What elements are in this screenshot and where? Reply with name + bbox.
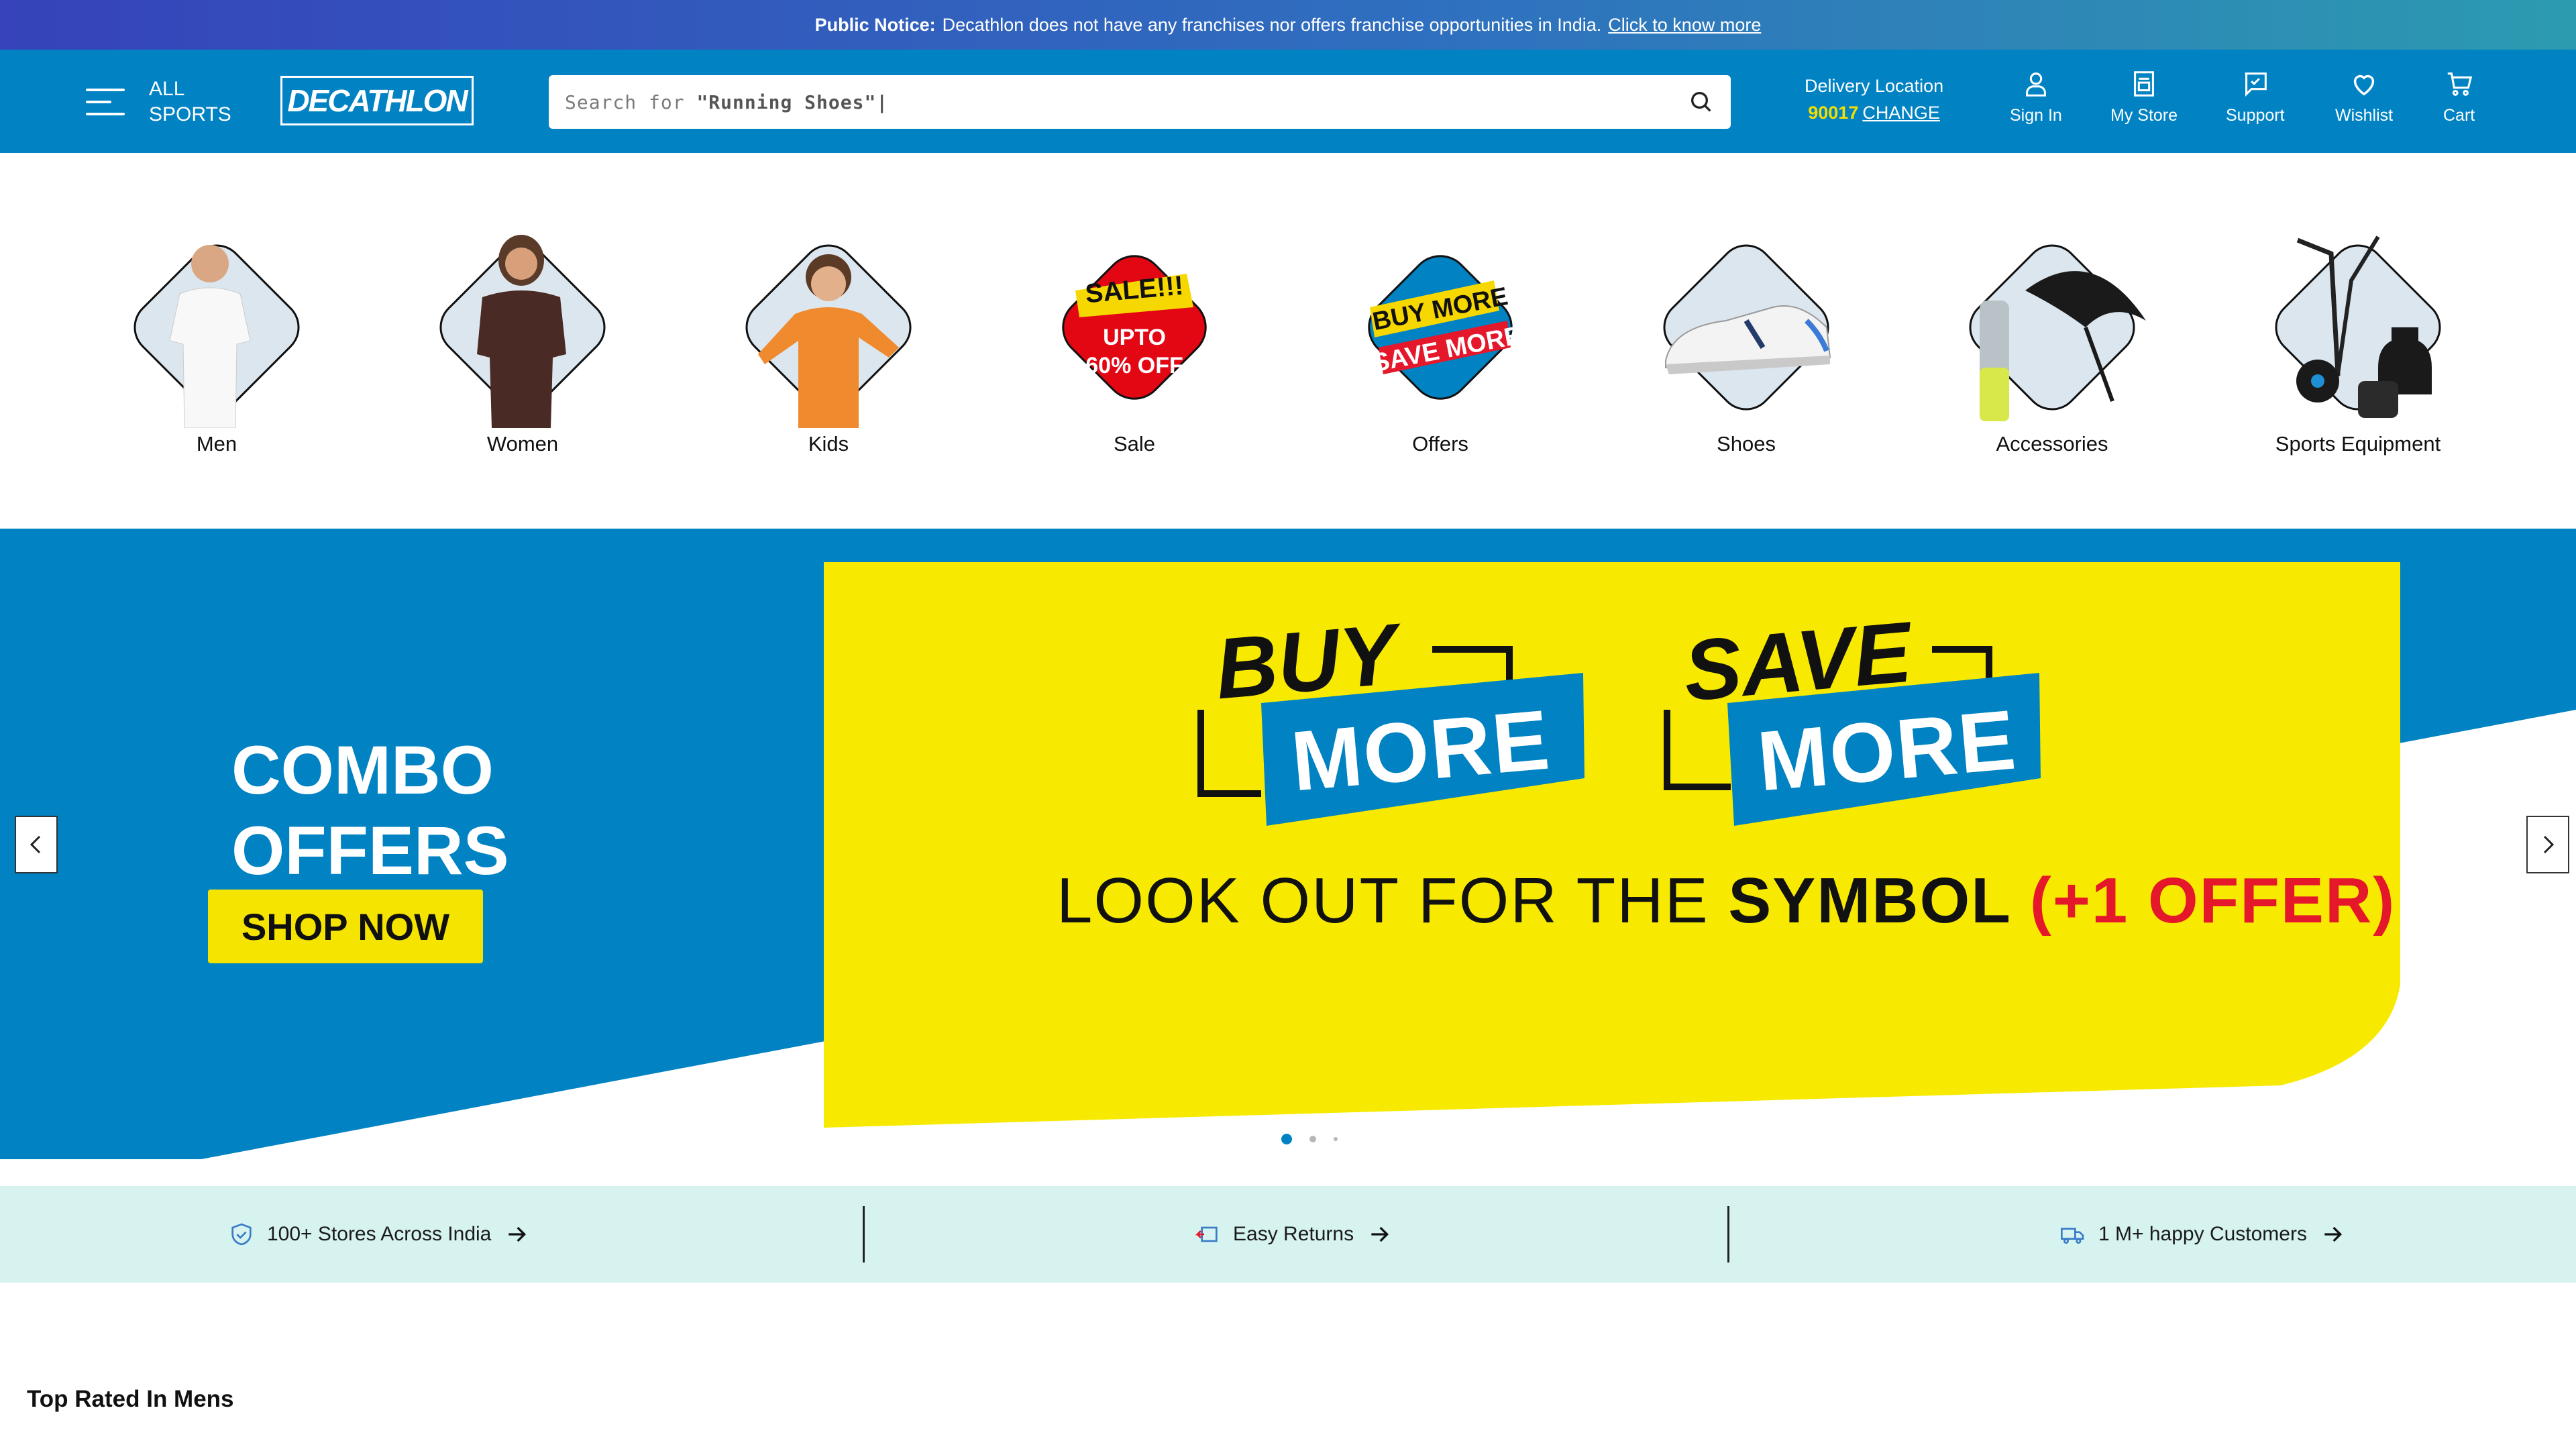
category-label: Sports Equipment (2275, 432, 2441, 455)
men-tshirt-image (133, 244, 300, 428)
kids-sweater-image (745, 244, 912, 428)
feature-label: 100+ Stores Across India (267, 1223, 492, 1245)
wishlist-button[interactable]: Wishlist (2335, 68, 2393, 125)
arrow-right-icon (508, 1226, 527, 1242)
carousel-dot-active[interactable] (1281, 1134, 1292, 1144)
public-notice-bar: Public Notice: Decathlon does not have a… (0, 0, 2576, 50)
feature-divider (863, 1206, 865, 1263)
carousel-dots (1281, 1134, 1338, 1144)
shield-check-icon (231, 1223, 252, 1246)
feature-stores[interactable]: 100+ Stores Across India (228, 1186, 530, 1283)
category-label: Kids (808, 432, 849, 455)
carousel-dot[interactable] (1334, 1137, 1338, 1141)
arrow-right-icon (1371, 1226, 1389, 1242)
offers-badge-image: BUY MORE SAVE MORE (1340, 227, 1541, 428)
change-location-link[interactable]: CHANGE (1862, 103, 1940, 123)
feature-label: 1 M+ happy Customers (2098, 1223, 2307, 1245)
category-label: Accessories (1996, 432, 2108, 455)
my-store-label: My Store (2110, 106, 2178, 125)
notice-label: Public Notice: (814, 14, 936, 35)
hamburger-icon (86, 86, 125, 118)
support-button[interactable]: Support (2226, 68, 2285, 125)
category-men[interactable]: Men (109, 227, 324, 456)
all-sports-menu-button[interactable]: ALL SPORTS (86, 76, 231, 127)
sign-in-label: Sign In (2010, 106, 2062, 125)
sale-badge-image: SALE!!! UPTO 60% OFF (1034, 227, 1235, 428)
feature-returns[interactable]: Easy Returns (1194, 1186, 1393, 1283)
gym-equipment-image (2275, 235, 2441, 418)
shoe-image (1663, 244, 1831, 411)
support-label: Support (2226, 106, 2285, 125)
category-strip: Men Women Kids SALE!!! UPTO 60% OFF Sale… (0, 153, 2576, 529)
feature-divider (1727, 1206, 1729, 1263)
cart-button[interactable]: Cart (2443, 68, 2475, 125)
chat-support-icon (2245, 72, 2267, 97)
hero-buy-word: BUY (1212, 606, 1401, 718)
delivery-location[interactable]: Delivery Location 90017 CHANGE (1805, 72, 1943, 126)
category-label: Women (486, 432, 559, 455)
umbrella-bottle-image (1969, 244, 2146, 421)
chevron-left-icon (30, 835, 41, 854)
arrow-right-icon (2324, 1226, 2343, 1242)
return-box-icon (1195, 1226, 1218, 1242)
chevron-right-icon (2543, 835, 2555, 854)
sign-in-button[interactable]: Sign In (2010, 68, 2062, 125)
category-label: Offers (1412, 432, 1468, 455)
shop-now-button[interactable]: SHOP NOW (208, 890, 483, 963)
search-icon[interactable] (1688, 89, 1715, 115)
category-label: Shoes (1717, 432, 1776, 455)
category-label: Men (196, 432, 237, 455)
cart-label: Cart (2443, 106, 2475, 125)
wishlist-label: Wishlist (2335, 106, 2394, 125)
trust-features-strip: 100+ Stores Across India Easy Returns 1 … (0, 1186, 2576, 1283)
all-sports-label: ALL SPORTS (149, 78, 231, 125)
carousel-dot[interactable] (1309, 1136, 1316, 1142)
section-title: Top Rated In Mens (27, 1386, 234, 1412)
carousel-next-button[interactable] (2526, 816, 2569, 873)
category-offers[interactable]: BUY MORE SAVE MORE Offers (1333, 227, 1548, 456)
heart-icon (2353, 74, 2375, 96)
decathlon-logo[interactable]: DECATHLON (280, 76, 474, 125)
pincode: 90017 (1808, 103, 1859, 123)
women-top-image (439, 235, 606, 428)
sale-badge-percent: 60% OFF (1085, 353, 1183, 378)
feature-label: Easy Returns (1233, 1223, 1354, 1245)
combo-offers-title: COMBO OFFERS (231, 732, 509, 889)
category-shoes[interactable]: Shoes (1639, 227, 1854, 456)
feature-customers[interactable]: 1 M+ happy Customers (2059, 1186, 2346, 1283)
category-sale[interactable]: SALE!!! UPTO 60% OFF Sale (1027, 227, 1242, 456)
search-input[interactable]: Search for "Running Shoes"| (565, 91, 1688, 113)
hero-tagline: LOOK OUT FOR THE SYMBOL (+1 OFFER) (1057, 865, 2396, 936)
notice-text: Decathlon does not have any franchises n… (942, 14, 1602, 35)
my-store-button[interactable]: My Store (2110, 68, 2178, 125)
category-accessories[interactable]: Accessories (1945, 227, 2159, 456)
category-sports-equipment[interactable]: Sports Equipment (2251, 227, 2465, 456)
user-icon (2025, 72, 2046, 97)
truck-icon (2061, 1228, 2084, 1244)
category-kids[interactable]: Kids (721, 227, 936, 456)
cart-icon (2447, 72, 2472, 96)
main-header: ALL SPORTS DECATHLON Search for "Running… (0, 50, 2576, 153)
category-women[interactable]: Women (415, 227, 630, 456)
category-label: Sale (1113, 432, 1156, 455)
delivery-label: Delivery Location (1805, 76, 1944, 96)
store-icon (2134, 71, 2154, 97)
hero-carousel[interactable]: BUY MORE SAVE MORE LOOK OUT FOR THE SYMB… (0, 529, 2576, 1159)
search-bar[interactable]: Search for "Running Shoes"| (549, 75, 1731, 129)
sale-badge-upto: UPTO (1103, 325, 1166, 350)
carousel-prev-button[interactable] (15, 816, 58, 873)
notice-link[interactable]: Click to know more (1608, 15, 1761, 36)
